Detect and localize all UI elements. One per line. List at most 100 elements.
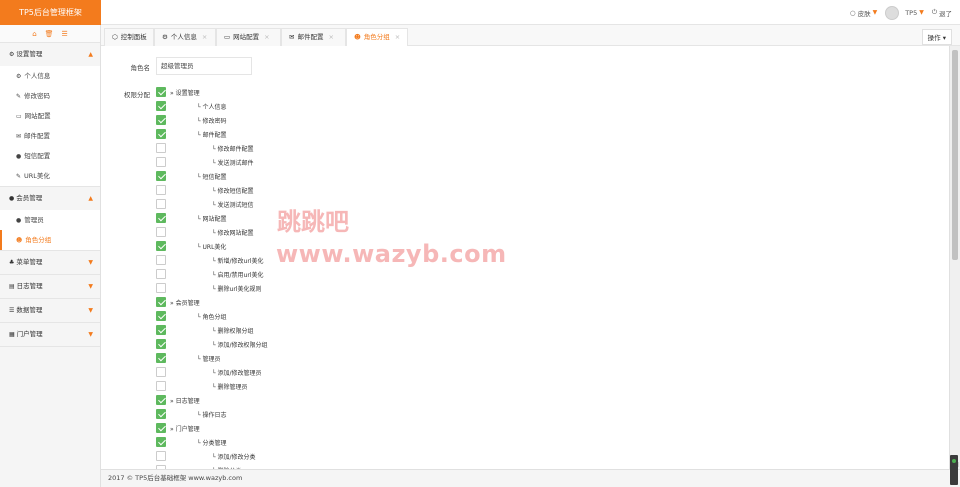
permission-checkbox[interactable] (156, 227, 166, 237)
sidebar-tools: ⌂ 🗑 ☰ (0, 25, 100, 43)
envelope-icon: ✉ (289, 33, 295, 41)
app-logo-title[interactable]: TP5后台管理框架 (0, 0, 101, 25)
caret-down-icon: ▼ (88, 283, 93, 290)
close-icon[interactable]: × (328, 33, 333, 41)
desktop-icon: ▭ (16, 113, 22, 120)
permission-row: └ 操作日志 (156, 408, 227, 420)
permission-checkbox[interactable] (156, 143, 166, 153)
skin-menu[interactable]: ○ 皮肤 ▼ (850, 8, 877, 18)
close-icon[interactable]: × (395, 33, 400, 41)
role-name-input[interactable]: 超级管理员 (156, 57, 252, 75)
permission-checkbox[interactable] (156, 185, 166, 195)
permission-label: └ 添加/修改管理员 (212, 369, 262, 377)
tab-label: 邮件配置 (297, 33, 324, 41)
menu-bars-icon[interactable]: ☰ (62, 30, 68, 38)
menu-group: ♣ 菜单管理 ▼ (0, 251, 100, 275)
permission-row: └ 分类管理 (156, 436, 227, 448)
floating-widget[interactable] (950, 455, 958, 485)
menu-group-label: 数据管理 (16, 306, 43, 314)
sidebar-item[interactable]: ▭ 网站配置 (0, 106, 100, 126)
menu-group-header[interactable]: ▦ 门户管理 ▼ (0, 323, 100, 346)
user-icon: ● (16, 217, 22, 224)
menu-group-header[interactable]: ☰ 数据管理 ▼ (0, 299, 100, 322)
permission-label: └ 删除权限分组 (212, 327, 254, 335)
permission-checkbox[interactable] (156, 199, 166, 209)
permission-checkbox[interactable] (156, 311, 166, 321)
permission-checkbox[interactable] (156, 213, 166, 223)
menu-group-label: 菜单管理 (16, 258, 43, 266)
permission-row: └ 添加/修改管理员 (156, 366, 262, 378)
permission-checkbox[interactable] (156, 157, 166, 167)
vertical-scrollbar[interactable] (949, 46, 960, 469)
permission-row: └ 删除权限分组 (156, 324, 254, 336)
permission-checkbox[interactable] (156, 437, 166, 447)
tab[interactable]: ▭ 网站配置 × (216, 28, 281, 46)
permission-checkbox[interactable] (156, 297, 166, 307)
tab[interactable]: ✉ 邮件配置 × (281, 28, 346, 46)
sidebar-item-label: 个人信息 (24, 72, 51, 80)
permission-checkbox[interactable] (156, 423, 166, 433)
footer: 2017 © TP5后台基础框架 www.wazyb.com (101, 469, 960, 487)
tab[interactable]: ⚙ 个人信息 × (154, 28, 216, 46)
permission-checkbox[interactable] (156, 171, 166, 181)
menu-group-header[interactable]: ▤ 日志管理 ▼ (0, 275, 100, 298)
close-icon[interactable]: × (264, 33, 269, 41)
permission-checkbox[interactable] (156, 353, 166, 363)
permission-checkbox[interactable] (156, 269, 166, 279)
caret-down-icon: ▾ (942, 34, 946, 42)
sidebar-item[interactable]: ✎ URL美化 (0, 166, 100, 186)
main-content: 角色名 超级管理员 权限分配 » 设置管理 └ 个人信息 └ 修改密码 └ 邮件配置 └… (101, 46, 949, 469)
permission-label: » 日志管理 (170, 397, 200, 405)
logout-icon: ⏻ (931, 8, 937, 16)
permission-label: └ 删除url美化规则 (212, 285, 262, 293)
permission-label: └ 发送测试短信 (212, 201, 254, 209)
permission-row: └ 短信配置 (156, 170, 227, 182)
tab[interactable]: ☻ 角色分组 × (346, 28, 408, 47)
menu-group-header[interactable]: ● 会员管理 ▲ (0, 187, 100, 210)
permission-checkbox[interactable] (156, 409, 166, 419)
sidebar-item[interactable]: ● 短信配置 (0, 146, 100, 166)
edit-icon: ✎ (16, 93, 22, 100)
permission-checkbox[interactable] (156, 395, 166, 405)
logout-link[interactable]: ⏻ 退了 (932, 8, 952, 18)
permission-checkbox[interactable] (156, 115, 166, 125)
permission-checkbox[interactable] (156, 381, 166, 391)
database-icon: ☰ (9, 307, 15, 314)
sidebar-item[interactable]: ✎ 修改密码 (0, 86, 100, 106)
menu-group-header[interactable]: ♣ 菜单管理 ▼ (0, 251, 100, 274)
permission-checkbox[interactable] (156, 339, 166, 349)
sidebar-item[interactable]: ● 管理员 (0, 210, 100, 230)
permission-checkbox[interactable] (156, 87, 166, 97)
caret-down-icon: ▼ (88, 307, 93, 314)
permission-label: └ 修改密码 (197, 117, 227, 125)
tab[interactable]: ⬡ 控制面板 (104, 28, 154, 46)
sidebar-item[interactable]: ✉ 邮件配置 (0, 126, 100, 146)
top-right-actions: ○ 皮肤 ▼ TP5 ▼ ⏻ 退了 (850, 0, 952, 25)
sidebar-item-label: 网站配置 (24, 112, 51, 120)
permission-label: └ URL美化 (197, 243, 227, 251)
trash-icon[interactable]: 🗑 (45, 30, 54, 38)
sidebar-item[interactable]: ☻ 角色分组 (0, 230, 100, 250)
tab-operations-button[interactable]: 操作 ▾ (921, 29, 952, 45)
permission-checkbox[interactable] (156, 367, 166, 377)
sidebar-item[interactable]: ⚙ 个人信息 (0, 66, 100, 86)
permission-checkbox[interactable] (156, 325, 166, 335)
permission-checkbox[interactable] (156, 451, 166, 461)
close-icon[interactable]: × (202, 33, 207, 41)
permission-checkbox[interactable] (156, 129, 166, 139)
permission-checkbox[interactable] (156, 101, 166, 111)
permission-row: └ 角色分组 (156, 310, 227, 322)
menu-group-header[interactable]: ⚙ 设置管理 ▲ (0, 43, 100, 66)
permission-row: └ 发送测试短信 (156, 198, 254, 210)
home-icon[interactable]: ⌂ (32, 30, 36, 38)
permission-row: └ 删除管理员 (156, 380, 248, 392)
permission-checkbox[interactable] (156, 255, 166, 265)
sidebar-item-label: 修改密码 (24, 92, 51, 100)
tab-bar: ⬡ 控制面板 ⚙ 个人信息 × ▭ 网站配置 × ✉ 邮件配置 × ☻ 角色分组 × 操作 ▾ (101, 25, 960, 47)
permission-checkbox[interactable] (156, 241, 166, 251)
menu-group: ▤ 日志管理 ▼ (0, 275, 100, 299)
user-menu[interactable]: TP5 ▼ (885, 5, 924, 20)
top-bar: TP5后台管理框架 ○ 皮肤 ▼ TP5 ▼ ⏻ 退了 (0, 0, 960, 25)
scrollbar-thumb[interactable] (952, 50, 958, 260)
permission-checkbox[interactable] (156, 283, 166, 293)
